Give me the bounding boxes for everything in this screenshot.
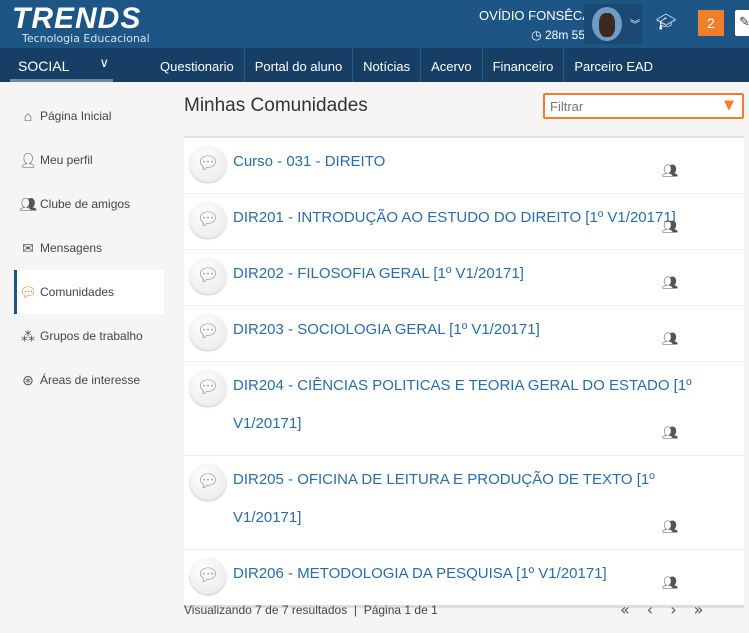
first-page-icon[interactable]: « [620, 600, 630, 619]
sidebar-item-label: Página Inicial [40, 109, 112, 123]
users-icon: 👥︎ [19, 195, 37, 212]
clock-icon: ◷ [531, 28, 545, 42]
list-item[interactable]: 💬︎ DIR201 - INTRODUÇÃO AO ESTUDO DO DIREI… [184, 193, 744, 249]
comments-icon: 💬︎ [190, 146, 226, 182]
sidebar-item-label: Meu perfil [40, 153, 93, 167]
community-link[interactable]: Curso - 031 - DIREITO [233, 143, 703, 181]
envelope-icon: ✉ [22, 239, 34, 256]
sidebar-item-mensagens[interactable]: ✉ Mensagens [14, 226, 164, 270]
next-page-icon[interactable]: › [670, 600, 676, 619]
chevron-down-icon: ∨ [99, 55, 109, 70]
members-icon[interactable]: 👥︎ [662, 519, 679, 535]
sidebar-item-clube-de-amigos[interactable]: 👥︎ Clube de amigos [14, 182, 164, 226]
list-item[interactable]: 💬︎ DIR206 - METODOLOGIA DA PESQUISA [1º V… [184, 549, 744, 605]
chevron-down-icon: ︾ [630, 20, 640, 31]
comments-icon: 💬︎ [190, 202, 226, 238]
sidebar-item-label: Comunidades [40, 285, 115, 299]
list-item[interactable]: 💬︎ Curso - 031 - DIREITO 👥︎ [184, 138, 744, 193]
community-link[interactable]: DIR201 - INTRODUÇÃO AO ESTUDO DO DIREITO… [233, 199, 703, 237]
last-page-icon[interactable]: » [694, 600, 704, 619]
members-icon[interactable]: 👥︎ [662, 219, 679, 235]
comments-icon: 💬︎ [190, 370, 226, 406]
user-info: OVÍDIO FONSÊCA ◷ 28m 55s [479, 8, 591, 42]
nav-parceiro-ead[interactable]: Parceiro EAD [563, 48, 663, 82]
nav-noticias[interactable]: Notícias [352, 48, 420, 82]
user-name: OVÍDIO FONSÊCA [479, 8, 591, 23]
logo[interactable]: TRENDS Tecnologia Educacional [12, 2, 150, 46]
list-item[interactable]: 💬︎ DIR202 - FILOSOFIA GERAL [1º V1/20171]… [184, 249, 744, 305]
filter-field[interactable]: ▼ [543, 93, 744, 119]
circles-icon: ⊛ [22, 371, 34, 388]
list-item[interactable]: 💬︎ DIR203 - SOCIOLOGIA GERAL [1º V1/20171… [184, 305, 744, 361]
top-header: TRENDS Tecnologia Educacional OVÍDIO FON… [0, 0, 749, 48]
graduation-cap-icon[interactable]: 🎓︎ [656, 12, 676, 31]
community-link[interactable]: DIR204 - CIÊNCIAS POLITICAS E TEORIA GER… [233, 367, 703, 443]
edit-icon[interactable]: ✎ [735, 10, 749, 36]
comments-icon: 💬︎ [190, 314, 226, 350]
user-menu[interactable]: ︾ [584, 4, 642, 44]
list-item[interactable]: 💬︎ DIR204 - CIÊNCIAS POLITICAS E TEORIA G… [184, 361, 744, 455]
comments-icon: 💬︎ [190, 464, 226, 500]
community-link[interactable]: DIR205 - OFICINA DE LEITURA E PRODUÇÃO D… [233, 461, 703, 537]
sidebar-item-pagina-inicial[interactable]: ⌂ Página Inicial [14, 94, 164, 138]
pagination: « ‹ › » [620, 600, 703, 619]
members-icon[interactable]: 👥︎ [662, 331, 679, 347]
sidebar-item-label: Grupos de trabalho [40, 329, 143, 343]
notification-badge[interactable]: 2 [698, 10, 724, 36]
sidebar-item-meu-perfil[interactable]: 👤︎ Meu perfil [14, 138, 164, 182]
sidebar-item-comunidades[interactable]: 💬︎ Comunidades [14, 270, 164, 314]
page-indicator: Página 1 de 1 [363, 603, 438, 617]
members-icon[interactable]: 👥︎ [662, 425, 679, 441]
sidebar-item-label: Clube de amigos [40, 197, 131, 211]
sidebar-item-areas-de-interesse[interactable]: ⊛ Áreas de interesse [14, 358, 164, 402]
nav-questionario[interactable]: Questionario [150, 48, 244, 82]
sidebar-item-label: Áreas de interesse [40, 373, 141, 387]
page-title: Minhas Comunidades [184, 95, 368, 116]
members-icon[interactable]: 👥︎ [662, 275, 679, 291]
user-icon: 👤︎ [19, 151, 37, 168]
separator: | [353, 603, 358, 617]
comments-icon: 💬︎ [190, 558, 226, 594]
members-icon[interactable]: 👥︎ [662, 163, 679, 179]
comments-icon: 💬︎ [19, 283, 37, 300]
community-link[interactable]: DIR206 - METODOLOGIA DA PESQUISA [1º V1/… [233, 555, 703, 593]
comments-icon: 💬︎ [190, 258, 226, 294]
sidebar-item-grupos-de-trabalho[interactable]: ⁂ Grupos de trabalho [14, 314, 164, 358]
nav-acervo[interactable]: Acervo [420, 48, 481, 82]
network-icon: ⁂ [21, 327, 35, 344]
members-icon[interactable]: 👥︎ [662, 575, 679, 591]
community-link[interactable]: DIR203 - SOCIOLOGIA GERAL [1º V1/20171] [233, 311, 703, 349]
pagination-info: Visualizando 7 de 7 resultados | Página … [184, 603, 438, 617]
results-count: Visualizando 7 de 7 resultados [184, 603, 348, 617]
prev-page-icon[interactable]: ‹ [647, 600, 653, 619]
sidebar: ⌂ Página Inicial 👤︎ Meu perfil 👥︎ Clube de … [14, 94, 164, 402]
avatar [592, 7, 622, 41]
logo-text: TRENDS [12, 2, 142, 35]
list-item[interactable]: 💬︎ DIR205 - OFICINA DE LEITURA E PRODUÇÃO… [184, 455, 744, 549]
main-nav: SOCIAL ∨ Questionario Portal do aluno Not… [0, 48, 749, 82]
nav-portal-do-aluno[interactable]: Portal do aluno [243, 48, 352, 82]
sidebar-item-label: Mensagens [40, 241, 103, 255]
filter-input[interactable] [545, 95, 715, 117]
community-link[interactable]: DIR202 - FILOSOFIA GERAL [1º V1/20171] [233, 255, 703, 293]
section-label: SOCIAL [18, 58, 70, 74]
logo-subtitle: Tecnologia Educacional [22, 32, 150, 45]
section-selector[interactable]: SOCIAL ∨ [10, 48, 113, 82]
home-icon: ⌂ [23, 108, 33, 124]
community-list: 💬︎ Curso - 031 - DIREITO 👥︎ 💬︎ DIR201 - INTR… [184, 136, 744, 608]
filter-icon[interactable]: ▼ [724, 98, 734, 113]
nav-financeiro[interactable]: Financeiro [481, 48, 564, 82]
